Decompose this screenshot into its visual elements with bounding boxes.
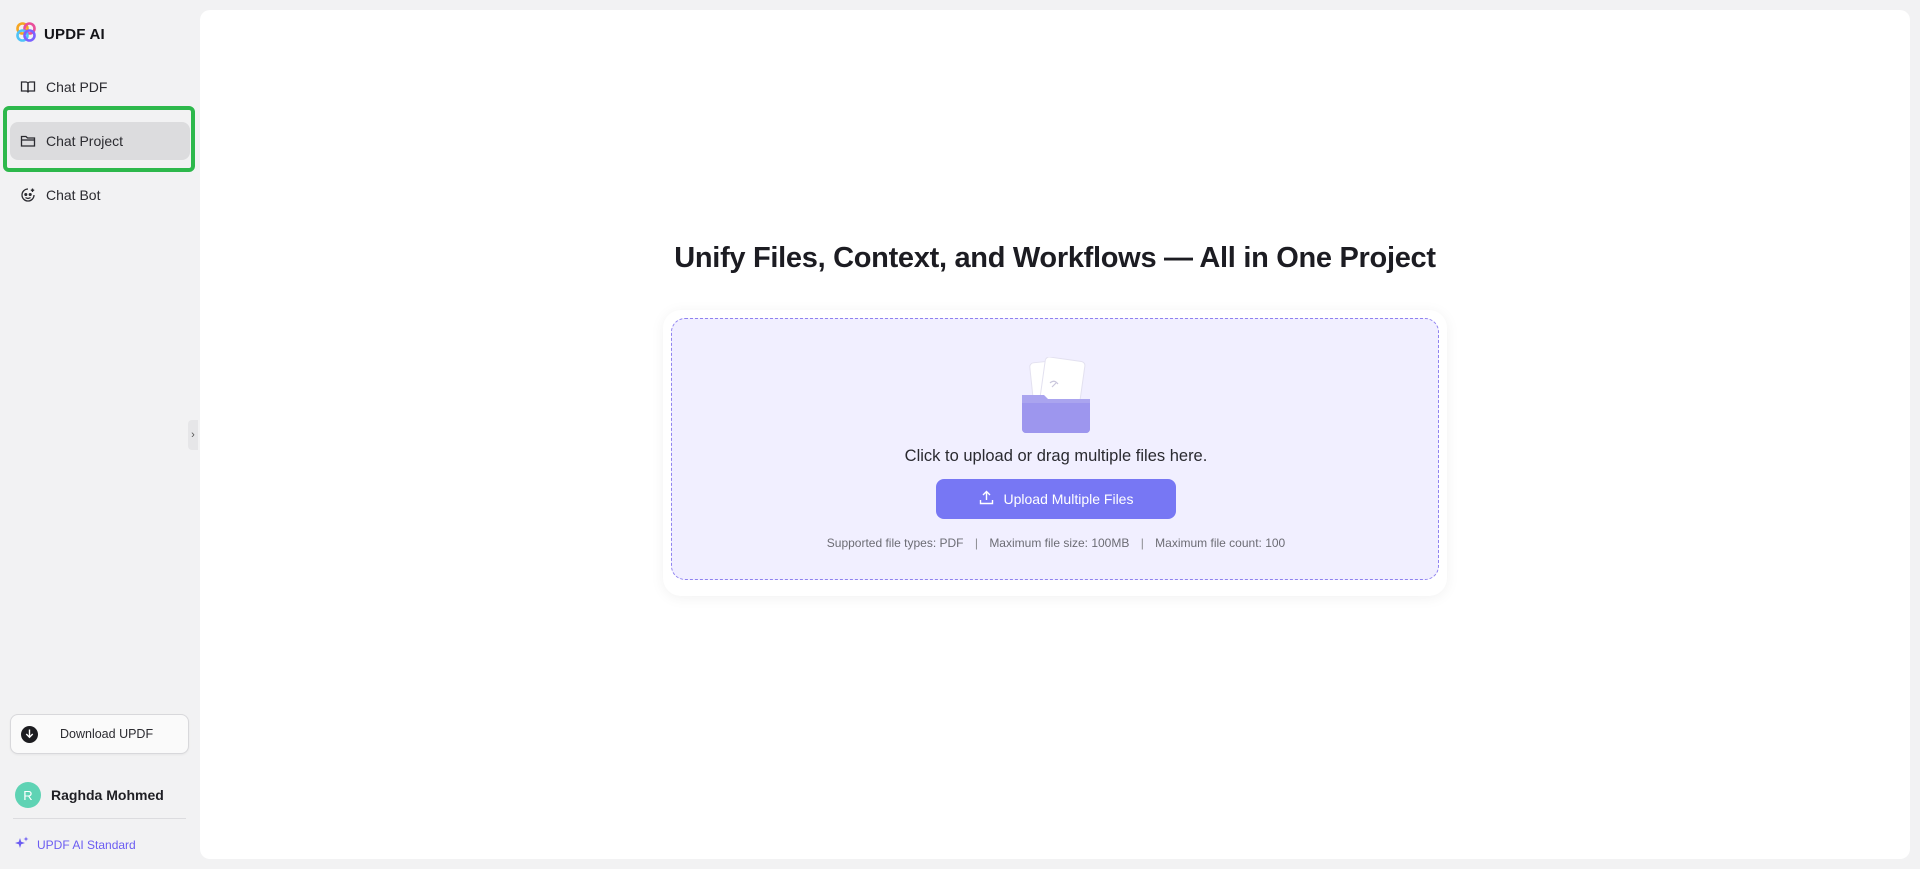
- download-updf-button[interactable]: Download UPDF: [10, 714, 189, 754]
- divider: [13, 818, 186, 819]
- separator: |: [1140, 536, 1144, 550]
- sidebar-item-label: Chat Bot: [46, 187, 101, 203]
- app-name: UPDF AI: [44, 26, 105, 43]
- book-open-icon: [20, 79, 36, 95]
- separator: |: [974, 536, 978, 550]
- upload-button-label: Upload Multiple Files: [1003, 491, 1134, 507]
- sidebar-item-chat-pdf[interactable]: Chat PDF: [10, 68, 190, 106]
- plan-badge[interactable]: UPDF AI Standard: [15, 836, 136, 853]
- plan-label: UPDF AI Standard: [37, 837, 136, 852]
- user-profile[interactable]: R Raghda Mohmed: [15, 782, 164, 808]
- file-types-info: Supported file types: PDF: [826, 536, 964, 550]
- chevron-right-icon: ›: [191, 429, 195, 441]
- folder-files-icon: [1022, 357, 1090, 433]
- sidebar-item-chat-bot[interactable]: Chat Bot: [10, 176, 190, 214]
- upload-multiple-files-button[interactable]: Upload Multiple Files: [936, 479, 1176, 519]
- annotation-highlight-box: [3, 106, 195, 172]
- avatar: R: [15, 782, 41, 808]
- page-title: Unify Files, Context, and Workflows — Al…: [674, 242, 1436, 274]
- updf-logo-icon: [16, 22, 36, 47]
- file-count-info: Maximum file count: 100: [1155, 536, 1286, 550]
- file-dropzone[interactable]: Click to upload or drag multiple files h…: [671, 318, 1439, 580]
- app-logo[interactable]: UPDF AI: [16, 22, 105, 47]
- sidebar-collapse-toggle[interactable]: ›: [188, 420, 198, 450]
- upload-card: Click to upload or drag multiple files h…: [663, 310, 1447, 596]
- file-size-info: Maximum file size: 100MB: [989, 536, 1130, 550]
- upload-limits-info: Supported file types: PDF | Maximum file…: [672, 536, 1440, 550]
- bot-icon: [20, 187, 36, 203]
- dropzone-prompt: Click to upload or drag multiple files h…: [904, 447, 1208, 465]
- download-icon: [21, 725, 38, 743]
- download-label: Download UPDF: [60, 727, 154, 741]
- main-content: Unify Files, Context, and Workflows — Al…: [200, 10, 1910, 859]
- user-name: Raghda Mohmed: [51, 787, 164, 803]
- sidebar-item-label: Chat PDF: [46, 79, 108, 95]
- sparkle-icon: [15, 836, 29, 853]
- upload-icon: [979, 490, 994, 508]
